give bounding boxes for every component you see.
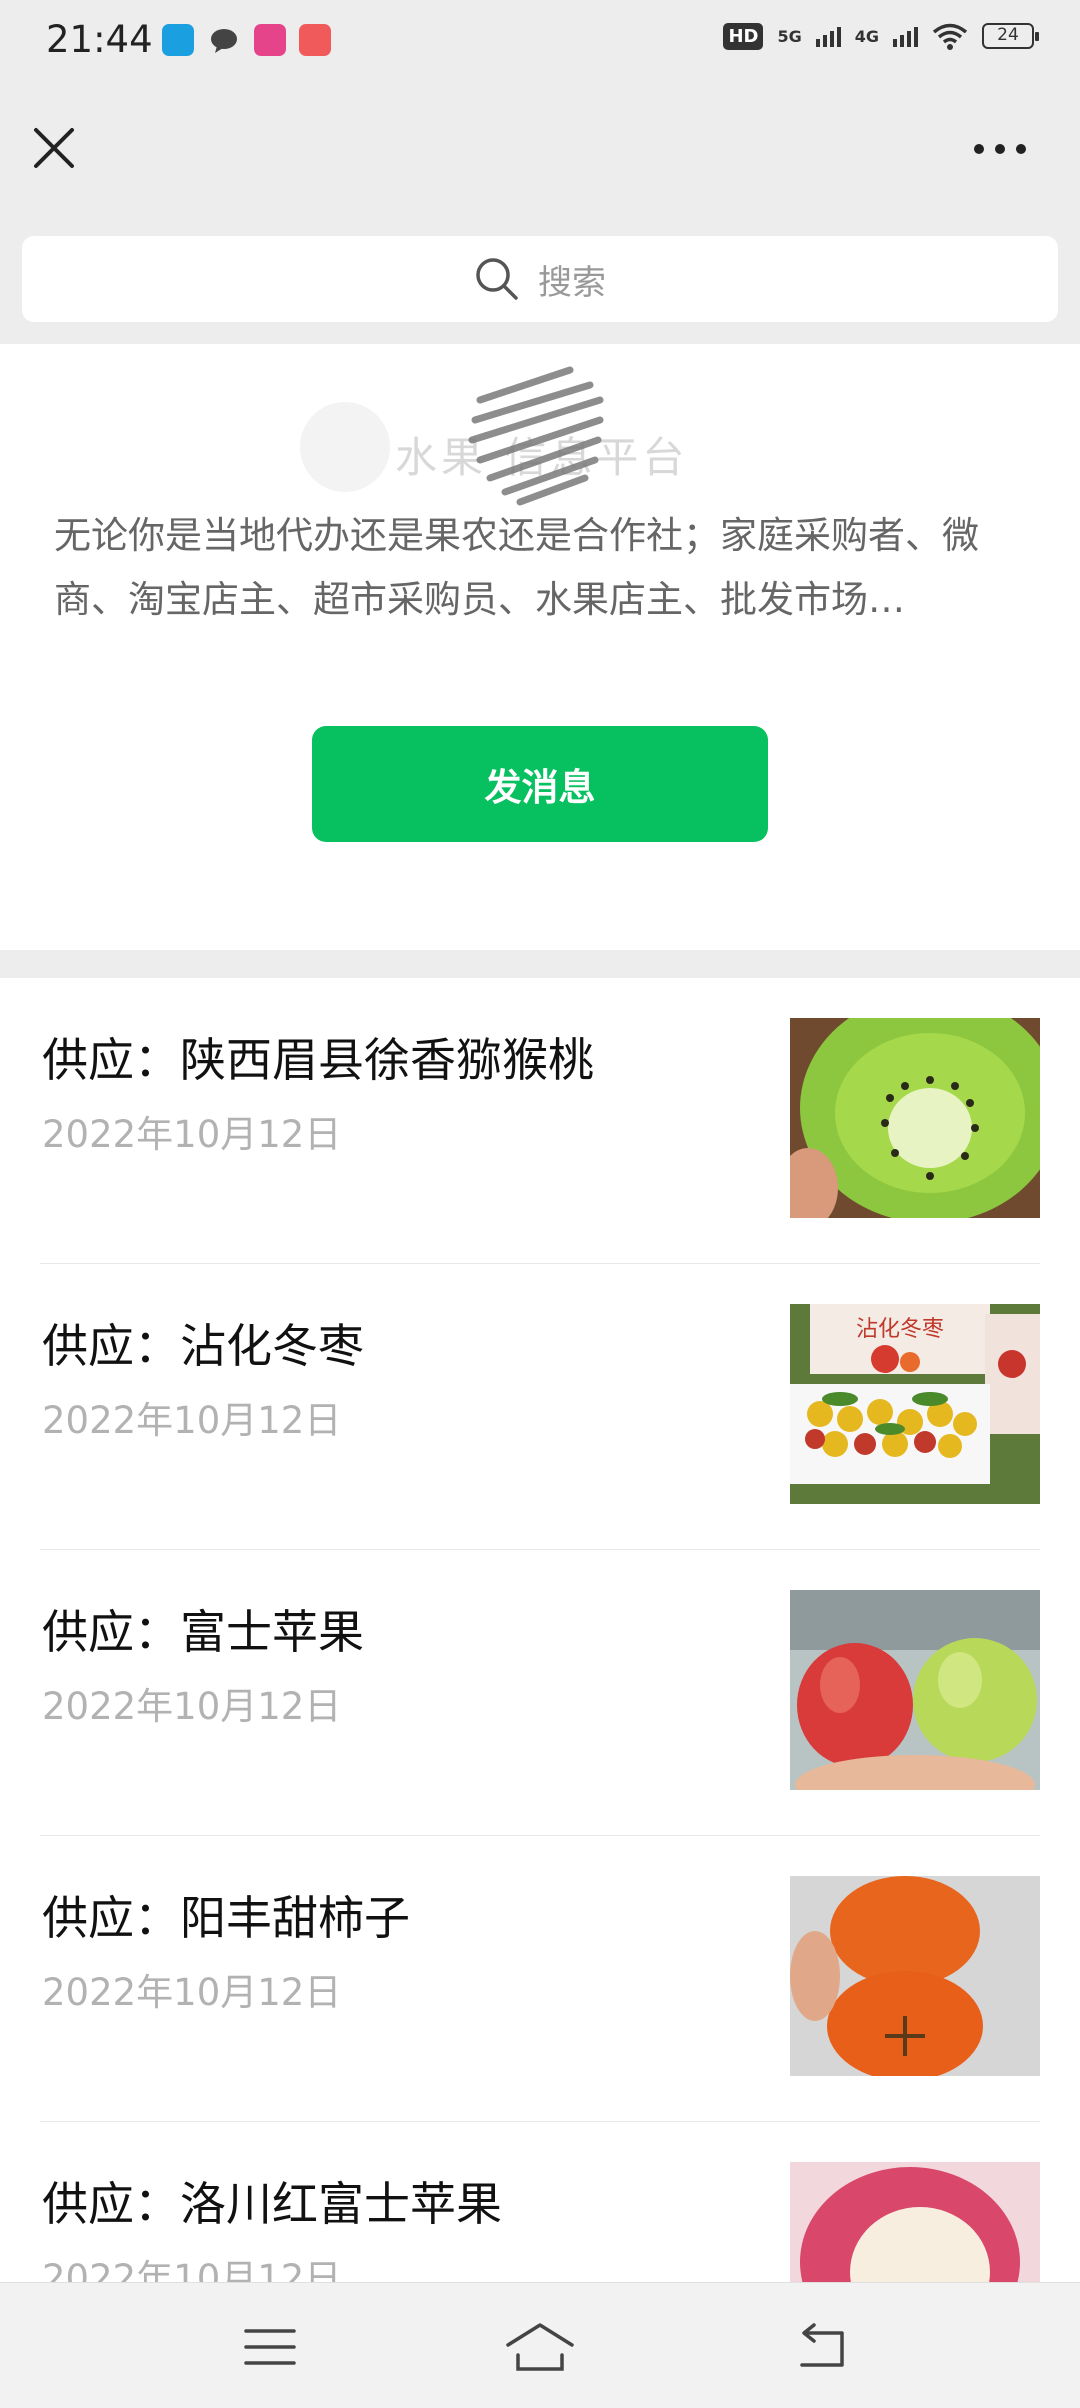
send-message-button[interactable]: 发消息 bbox=[312, 726, 768, 842]
item-date: 2022年10月12日 bbox=[42, 2257, 342, 2282]
item-title: 供应：阳丰甜柿子 bbox=[42, 1891, 410, 1945]
hd-badge: HD bbox=[723, 22, 764, 50]
list-item[interactable]: 供应：洛川红富士苹果 2022年10月12日 bbox=[40, 2122, 1040, 2282]
list-item[interactable]: 供应：富士苹果 2022年10月12日 bbox=[40, 1550, 1040, 1836]
item-date: 2022年10月12日 bbox=[42, 1685, 342, 1728]
list-item[interactable]: 供应：阳丰甜柿子 2022年10月12日 bbox=[40, 1836, 1040, 2122]
luochuan-apple-thumbnail bbox=[790, 2162, 1040, 2282]
item-title: 供应：洛川红富士苹果 bbox=[42, 2177, 502, 2231]
search-icon bbox=[476, 258, 518, 300]
browser-notification-icon bbox=[162, 24, 194, 56]
fuji-apple-thumbnail bbox=[790, 1590, 1040, 1790]
top-nav bbox=[0, 84, 1080, 214]
supply-feed: 供应：陕西眉县徐香猕猴桃 2022年10月12日 供应：沾化冬枣 2022年10… bbox=[0, 978, 1080, 2282]
list-item[interactable]: 供应：陕西眉县徐香猕猴桃 2022年10月12日 bbox=[40, 978, 1040, 1264]
battery-icon: 24 bbox=[982, 23, 1039, 49]
box-label: 沾化冬枣 bbox=[856, 1317, 944, 1342]
more-icon[interactable] bbox=[972, 138, 1028, 160]
status-indicators: HD 5G 4G 24 bbox=[723, 22, 1039, 50]
close-icon[interactable] bbox=[30, 124, 78, 172]
network-4g-label: 4G bbox=[854, 26, 879, 46]
redaction-scribble bbox=[468, 366, 604, 506]
status-bar: 21:44 HD 5G 4G 24 bbox=[0, 0, 1080, 84]
account-profile-card: 水果 信息平台 无论你是当地代办还是果农还是合作社；家庭采购者、微商、淘宝店主、… bbox=[0, 344, 1080, 950]
account-logo bbox=[300, 402, 390, 492]
search-bar[interactable]: 搜索 bbox=[22, 236, 1058, 322]
item-title: 供应：沾化冬枣 bbox=[42, 1319, 364, 1373]
signal-bars-icon bbox=[893, 25, 918, 47]
jujube-thumbnail: 沾化冬枣 bbox=[790, 1304, 1040, 1504]
video-notification-icon bbox=[299, 24, 331, 56]
menu-icon[interactable] bbox=[240, 2317, 300, 2377]
network-5g-label: 5G bbox=[777, 26, 802, 46]
search-label: 搜索 bbox=[538, 262, 606, 303]
kiwi-thumbnail bbox=[790, 1018, 1040, 1218]
item-date: 2022年10月12日 bbox=[42, 1399, 342, 1442]
wifi-icon bbox=[932, 23, 968, 50]
back-icon[interactable] bbox=[792, 2317, 852, 2377]
shopping-notification-icon bbox=[254, 24, 286, 56]
item-title: 供应：陕西眉县徐香猕猴桃 bbox=[42, 1033, 594, 1087]
account-description: 无论你是当地代办还是果农还是合作社；家庭采购者、微商、淘宝店主、超市采购员、水果… bbox=[54, 514, 979, 621]
home-icon[interactable] bbox=[504, 2317, 576, 2377]
item-title: 供应：富士苹果 bbox=[42, 1605, 364, 1659]
item-date: 2022年10月12日 bbox=[42, 1113, 342, 1156]
bottom-nav bbox=[0, 2282, 1080, 2408]
chat-notification-icon bbox=[211, 29, 237, 53]
item-date: 2022年10月12日 bbox=[42, 1971, 342, 2014]
list-item[interactable]: 供应：沾化冬枣 2022年10月12日 沾化冬枣 bbox=[40, 1264, 1040, 1550]
signal-bars-icon bbox=[815, 25, 841, 47]
status-time: 21:44 bbox=[46, 18, 153, 61]
persimmon-thumbnail bbox=[790, 1876, 1040, 2076]
